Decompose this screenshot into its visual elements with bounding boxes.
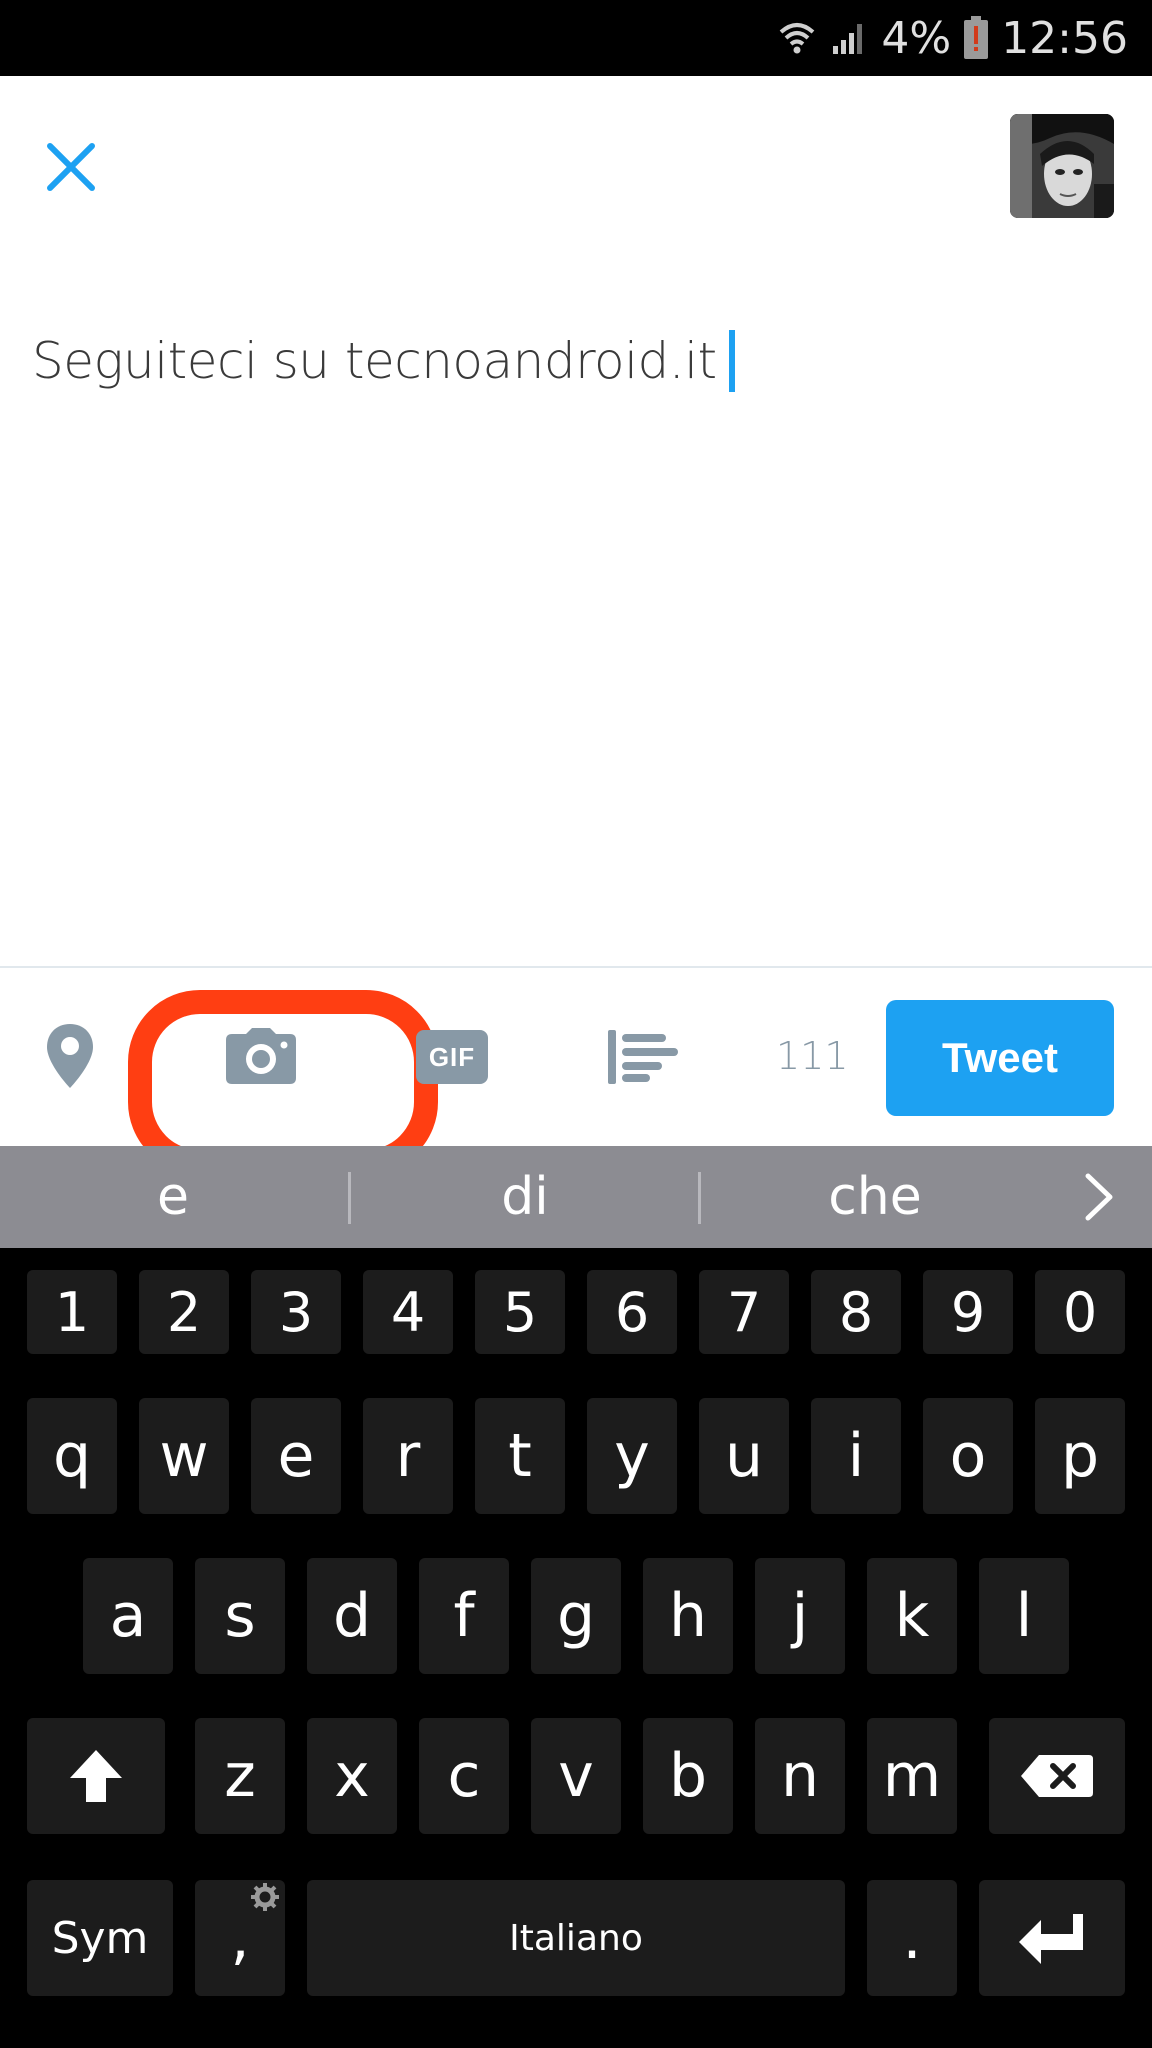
location-button[interactable] [44, 1022, 96, 1090]
key-v[interactable]: v [531, 1718, 621, 1834]
status-icons: 4% 12:56 [777, 0, 1128, 76]
clock: 12:56 [1001, 12, 1128, 64]
key-s[interactable]: s [195, 1558, 285, 1674]
tweet-text: Seguiteci su tecnoandroid.it [32, 332, 717, 390]
chevron-right-icon [1085, 1173, 1113, 1221]
key-3[interactable]: 3 [251, 1270, 341, 1354]
camera-button[interactable] [224, 1026, 298, 1086]
key-1[interactable]: 1 [27, 1270, 117, 1354]
location-icon [47, 1024, 93, 1088]
battery-low-icon [963, 16, 989, 60]
wifi-icon [777, 18, 817, 58]
key-a[interactable]: a [83, 1558, 173, 1674]
key-u[interactable]: u [699, 1398, 789, 1514]
shift-icon [70, 1750, 122, 1802]
key-e[interactable]: e [251, 1398, 341, 1514]
key-k[interactable]: k [867, 1558, 957, 1674]
shift-key[interactable] [27, 1718, 165, 1834]
gif-icon: GIF [428, 1041, 476, 1072]
key-g[interactable]: g [531, 1558, 621, 1674]
key-i[interactable]: i [811, 1398, 901, 1514]
avatar[interactable] [1010, 114, 1114, 218]
enter-icon [1019, 1914, 1083, 1964]
key-j[interactable]: j [755, 1558, 845, 1674]
key-5[interactable]: 5 [475, 1270, 565, 1354]
close-icon [47, 143, 95, 191]
signal-icon [829, 18, 869, 58]
key-q[interactable]: q [27, 1398, 117, 1514]
more-suggestions-button[interactable] [1080, 1172, 1120, 1222]
tweet-button[interactable]: Tweet [886, 1000, 1114, 1116]
space-key[interactable]: Italiano [307, 1880, 845, 1996]
key-f[interactable]: f [419, 1558, 509, 1674]
suggestion-divider [348, 1172, 351, 1224]
key-m[interactable]: m [867, 1718, 957, 1834]
key-0[interactable]: 0 [1035, 1270, 1125, 1354]
poll-button[interactable] [606, 1028, 678, 1086]
key-7[interactable]: 7 [699, 1270, 789, 1354]
suggestion-divider [698, 1172, 701, 1224]
key-4[interactable]: 4 [363, 1270, 453, 1354]
backspace-icon [1021, 1755, 1093, 1797]
key-6[interactable]: 6 [587, 1270, 677, 1354]
battery-percent: 4% [881, 12, 952, 64]
key-x[interactable]: x [307, 1718, 397, 1834]
suggestion-bar: e di che [0, 1146, 1152, 1248]
key-p[interactable]: p [1035, 1398, 1125, 1514]
gear-icon [250, 1882, 280, 1912]
text-caret [728, 330, 735, 392]
backspace-key[interactable] [989, 1718, 1125, 1834]
key-h[interactable]: h [643, 1558, 733, 1674]
key-r[interactable]: r [363, 1398, 453, 1514]
status-bar: 4% 12:56 [0, 0, 1152, 76]
key-y[interactable]: y [587, 1398, 677, 1514]
suggestion-item[interactable]: che [702, 1146, 1048, 1248]
key-b[interactable]: b [643, 1718, 733, 1834]
close-button[interactable] [36, 132, 106, 202]
tweet-text-input[interactable]: Seguiteci su tecnoandroid.it [32, 330, 735, 392]
key-d[interactable]: d [307, 1558, 397, 1674]
key-2[interactable]: 2 [139, 1270, 229, 1354]
key-z[interactable]: z [195, 1718, 285, 1834]
sym-key[interactable]: Sym [27, 1880, 173, 1996]
period-key[interactable]: . [867, 1880, 957, 1996]
poll-icon [608, 1030, 678, 1084]
suggestion-item[interactable]: di [352, 1146, 698, 1248]
key-w[interactable]: w [139, 1398, 229, 1514]
user-avatar [1010, 114, 1114, 218]
enter-key[interactable] [979, 1880, 1125, 1996]
toolbar-divider [0, 966, 1152, 968]
camera-icon [226, 1028, 296, 1084]
key-c[interactable]: c [419, 1718, 509, 1834]
key-n[interactable]: n [755, 1718, 845, 1834]
key-o[interactable]: o [923, 1398, 1013, 1514]
key-l[interactable]: l [979, 1558, 1069, 1674]
character-counter: 111 [776, 1034, 849, 1078]
key-t[interactable]: t [475, 1398, 565, 1514]
key-8[interactable]: 8 [811, 1270, 901, 1354]
gif-button[interactable]: GIF [416, 1030, 488, 1084]
suggestion-item[interactable]: e [0, 1146, 346, 1248]
key-9[interactable]: 9 [923, 1270, 1013, 1354]
